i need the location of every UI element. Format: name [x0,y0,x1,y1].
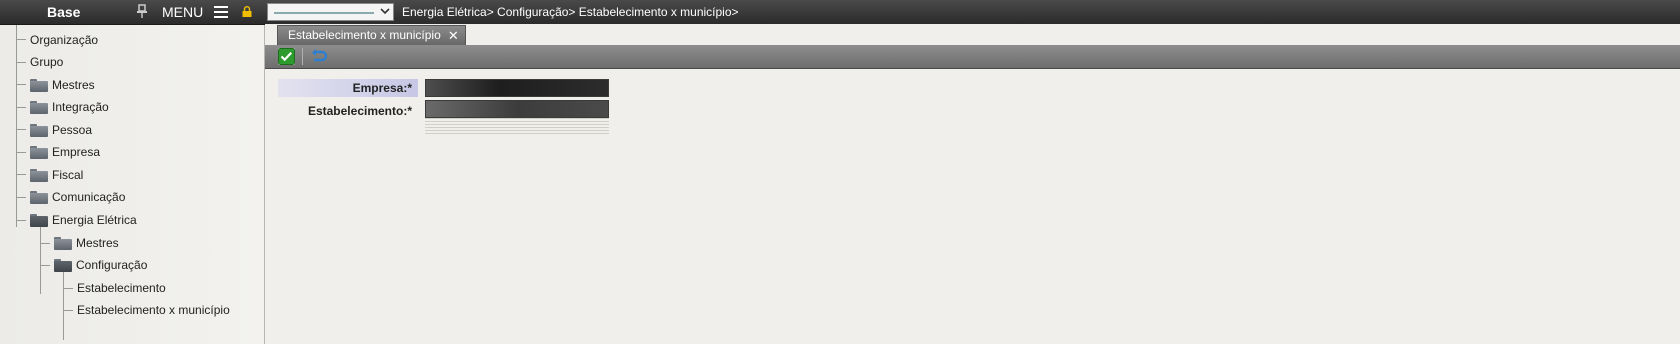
close-icon[interactable]: ✕ [448,26,459,45]
sidebar-item-label: Mestres [76,236,119,250]
sidebar-item-label: Configuração [76,258,148,272]
tree-line [16,84,26,85]
sidebar-item-label: Estabelecimento x município [77,303,230,317]
undo-button[interactable] [310,48,328,65]
loading-shadow [425,118,609,136]
tree-line [16,174,26,175]
sidebar-item-integracao[interactable]: Integração [30,98,109,116]
tab-strip: Estabelecimento x município ✕ [265,24,1680,45]
folder-icon [30,168,48,182]
folder-open-icon [30,213,48,227]
sidebar-item-estabelecimento-x-municipio[interactable]: Estabelecimento x município [77,301,230,319]
confirm-check-icon [278,48,295,65]
sidebar-item-organizacao[interactable]: Organização [30,31,98,49]
folder-icon [30,145,48,159]
tree-line [16,129,26,130]
tree-line [63,272,64,340]
sidebar-item-label: Empresa [52,145,101,159]
folder-icon [30,123,48,137]
sidebar-item-label: Mestres [52,78,95,92]
sidebar-item-fiscal[interactable]: Fiscal [30,166,83,184]
tree-line [16,197,26,198]
tree-line [16,152,26,153]
sidebar-item-pessoa[interactable]: Pessoa [30,121,92,139]
tree-line [63,310,73,311]
sidebar-item-energia-eletrica[interactable]: Energia Elétrica [30,211,137,229]
module-select[interactable] [267,3,394,21]
tree-line [16,39,26,40]
select-value-bar [274,12,374,14]
folder-icon [30,100,48,114]
tree-line [16,107,26,108]
sidebar-item-energia-mestres[interactable]: Mestres [54,234,119,252]
chevron-down-icon[interactable] [380,7,390,18]
breadcrumb: Energia Elétrica> Configuração> Estabele… [402,5,739,19]
sidebar-item-comunicacao[interactable]: Comunicação [30,188,125,206]
brand-area: Base MENU [0,0,265,24]
estabelecimento-input[interactable] [425,100,609,118]
folder-icon [30,190,48,204]
sidebar-item-grupo[interactable]: Grupo [30,53,63,71]
sidebar-item-label: Estabelecimento [77,281,166,295]
sidebar-item-label: Energia Elétrica [52,213,137,227]
menu-button[interactable]: MENU [162,4,203,20]
form-area: Empresa:* Estabelecimento:* [265,68,1680,344]
sidebar-item-label: Pessoa [52,123,93,137]
tree-line [16,62,26,63]
sidebar-item-label: Comunicação [52,190,126,204]
tab-label: Estabelecimento x município [288,28,441,42]
sidebar-item-configuracao[interactable]: Configuração [54,256,147,274]
toolbar-separator [302,48,303,65]
tree-line [63,288,73,289]
tree-line [40,265,50,266]
folder-icon [54,236,72,250]
sidebar-tree: Organização Grupo Mestres Integração Pes… [0,25,265,344]
estabelecimento-label: Estabelecimento:* [307,104,412,118]
tree-line [40,243,50,244]
app-title: Base [47,4,81,20]
top-bar: Base MENU Energia Elétrica> Configuração… [0,0,1680,25]
sidebar-item-label: Integração [52,100,109,114]
sidebar-item-label: Grupo [30,55,64,69]
empresa-input[interactable] [425,79,609,97]
sidebar-item-empresa[interactable]: Empresa [30,143,100,161]
tree-line [40,227,41,294]
lock-icon[interactable] [242,6,252,17]
toolbar [265,45,1680,69]
tree-line [16,220,26,221]
confirm-button[interactable] [278,48,295,65]
sidebar-item-estabelecimento[interactable]: Estabelecimento [77,279,166,297]
empresa-label: Empresa:* [278,79,418,97]
sidebar-item-label: Organização [30,33,99,47]
tab-estabelecimento-x-municipio[interactable]: Estabelecimento x município ✕ [277,25,466,45]
sidebar-item-label: Fiscal [52,168,84,182]
folder-icon [30,78,48,92]
sidebar-item-mestres[interactable]: Mestres [30,76,95,94]
hamburger-icon[interactable] [214,6,228,18]
pin-icon[interactable] [136,4,148,18]
folder-open-icon [54,258,72,272]
undo-icon [312,49,328,62]
